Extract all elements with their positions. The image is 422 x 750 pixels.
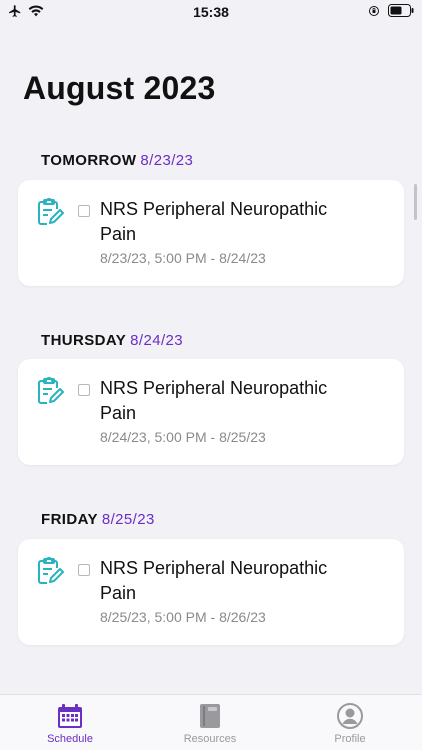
completion-checkbox[interactable] [78, 564, 90, 576]
clipboard-edit-icon [38, 377, 64, 404]
battery-icon [388, 4, 414, 17]
task-title: NRS Peripheral Neuropathic Pain [100, 378, 328, 423]
clipboard-edit-icon [38, 557, 64, 584]
task-title: NRS Peripheral Neuropathic Pain [100, 558, 328, 603]
status-time: 15:38 [193, 4, 229, 20]
section-day: THURSDAY [41, 332, 127, 349]
task-time-range: 8/24/23, 5:00 PM - 8/25/23 [100, 429, 266, 445]
scroll-indicator[interactable] [414, 184, 417, 220]
status-bar: 15:38 [0, 0, 422, 24]
tab-label: Profile [334, 733, 366, 745]
schedule-card[interactable]: NRS Peripheral Neuropathic Pain 8/23/23,… [18, 180, 404, 286]
tab-profile[interactable]: Profile [300, 703, 400, 745]
tab-label: Schedule [47, 733, 93, 745]
schedule-card[interactable]: NRS Peripheral Neuropathic Pain 8/24/23,… [18, 359, 404, 465]
task-title: NRS Peripheral Neuropathic Pain [100, 199, 328, 244]
task-time-range: 8/23/23, 5:00 PM - 8/24/23 [100, 250, 266, 266]
completion-checkbox[interactable] [78, 384, 90, 396]
page-title: August 2023 [23, 70, 216, 106]
section-header-friday: FRIDAY 8/25/23 [41, 511, 155, 528]
tab-bar: Schedule Resources Profile [0, 694, 422, 750]
schedule-card[interactable]: NRS Peripheral Neuropathic Pain 8/25/23,… [18, 539, 404, 645]
section-header-thursday: THURSDAY 8/24/23 [41, 332, 183, 349]
profile-icon [337, 703, 363, 729]
section-day: TOMORROW [41, 152, 137, 169]
section-date: 8/25/23 [101, 511, 155, 528]
rotation-lock-icon [369, 5, 379, 16]
section-header-tomorrow: TOMORROW 8/23/23 [41, 152, 193, 169]
clipboard-edit-icon [38, 198, 64, 225]
book-icon [200, 704, 220, 728]
section-date: 8/23/23 [140, 152, 194, 169]
calendar-icon [58, 704, 82, 728]
tab-label: Resources [183, 733, 237, 745]
tab-resources[interactable]: Resources [160, 703, 260, 745]
screen: 15:38 August 2023 TOMORROW 8/23/23 NRS P… [0, 0, 422, 750]
status-right [368, 4, 414, 17]
task-time-range: 8/25/23, 5:00 PM - 8/26/23 [100, 609, 266, 625]
completion-checkbox[interactable] [78, 205, 90, 217]
section-date: 8/24/23 [130, 332, 184, 349]
section-day: FRIDAY [41, 511, 98, 528]
tab-schedule[interactable]: Schedule [20, 703, 120, 745]
